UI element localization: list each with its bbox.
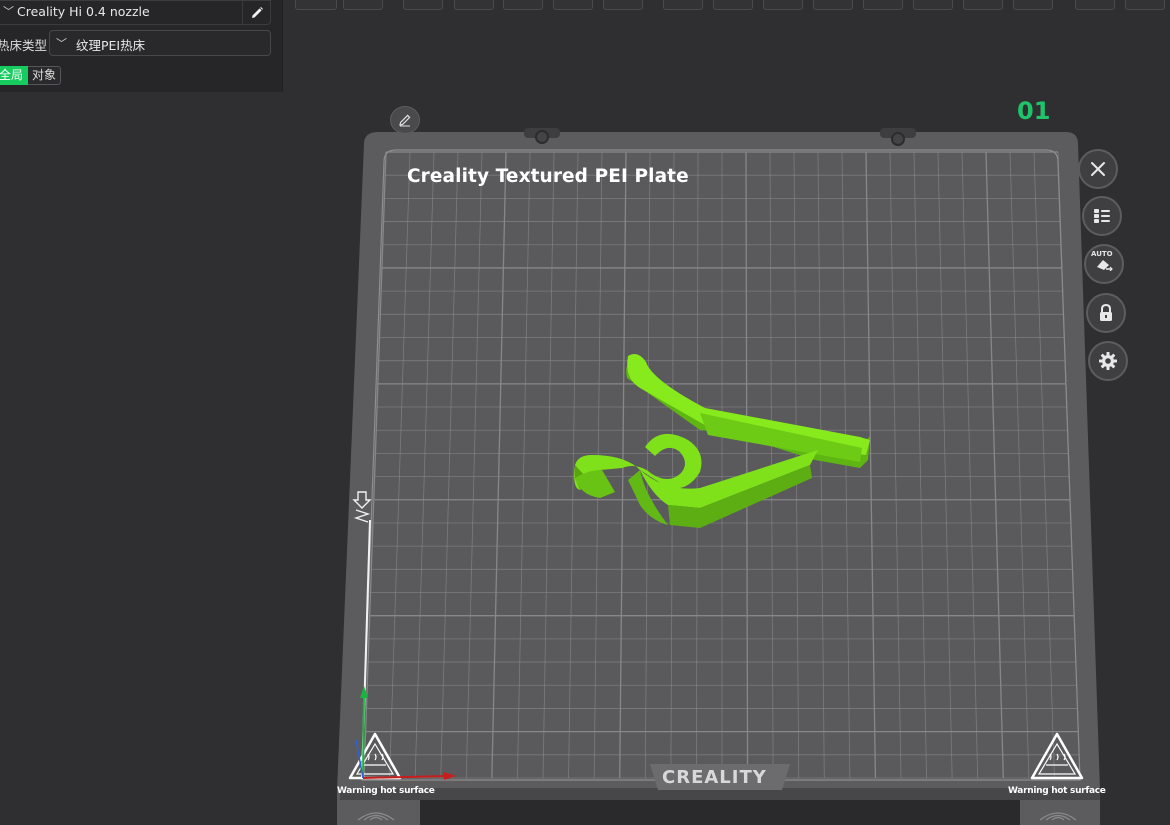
edit-plate-name-button[interactable]	[390, 106, 420, 134]
lock-icon	[1100, 304, 1112, 321]
warning-label-right: Warning hot surface	[1008, 786, 1106, 796]
settings-icon	[1099, 352, 1117, 370]
plate-title: Creality Textured PEI Plate	[407, 166, 689, 187]
plate-bottom-gap	[420, 800, 1020, 825]
pencil-icon	[399, 114, 411, 127]
warning-label-left: Warning hot surface	[337, 786, 435, 796]
plate-number[interactable]: 01	[1017, 97, 1050, 125]
close-plate-button[interactable]	[1078, 149, 1118, 189]
arrange-icon	[1094, 209, 1110, 223]
auto-orient-icon	[1097, 260, 1113, 271]
brand-logo: CREALITY	[662, 767, 767, 788]
auto-label: AUTO	[1091, 250, 1113, 258]
arrange-button[interactable]	[1082, 196, 1122, 236]
lock-plate-button[interactable]	[1086, 293, 1126, 333]
plate-settings-button[interactable]	[1088, 341, 1128, 381]
build-plate-viewport[interactable]	[0, 0, 1170, 825]
close-icon	[1091, 162, 1105, 176]
